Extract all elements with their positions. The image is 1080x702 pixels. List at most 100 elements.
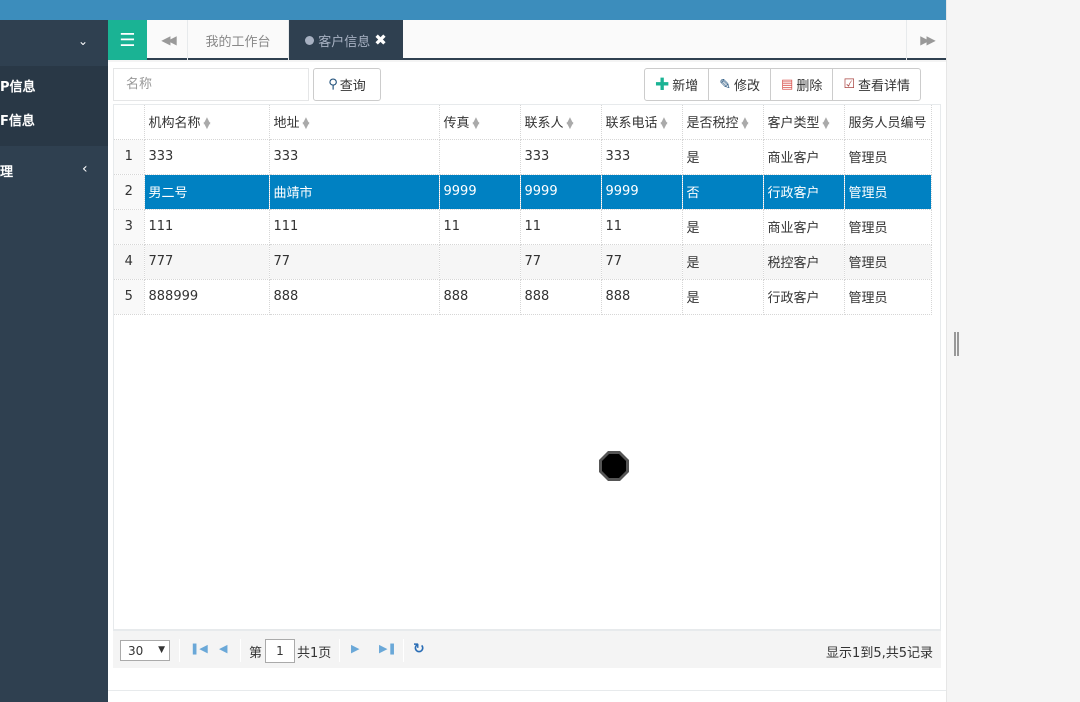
next-page-icon[interactable]: ▶ <box>351 642 359 655</box>
table-row[interactable]: 5 888999 888 888 888 888 是行政客户 管理员 <box>114 279 932 315</box>
sidebar-item-label: F信息 <box>0 114 35 129</box>
column-header[interactable]: 联系人 ▲ ▼ <box>520 105 602 140</box>
table-cell: 管理员 <box>844 244 932 280</box>
table-cell: 77 <box>269 244 440 280</box>
table-cell: 888 <box>520 279 602 315</box>
table-cell: 77 <box>601 244 683 280</box>
table-cell: 11 <box>601 209 683 245</box>
search-input[interactable] <box>113 68 309 101</box>
sort-icon: ▲ ▼ <box>566 115 574 131</box>
sidebar-item-manage[interactable]: 理 <box>0 161 13 180</box>
table-cell: 888 <box>439 279 521 315</box>
row-number-cell: 4 <box>114 244 145 280</box>
tab-label: 客户信息 <box>318 34 371 50</box>
edit-label: 修改 <box>734 79 761 94</box>
double-left-arrow-icon: ◀◀ <box>161 33 177 47</box>
current-page-input[interactable]: 1 <box>265 639 295 663</box>
row-number-cell: 2 <box>114 174 145 210</box>
table-cell: 是 <box>682 209 764 245</box>
action-toolbar: ✚ 新增 ✎ 修改 ▤ 删除 ☑ 查看详情 <box>644 68 921 101</box>
table-cell: 11 <box>439 209 521 245</box>
table-cell: 行政客户 <box>763 174 845 210</box>
footer-divider <box>108 690 946 691</box>
sort-icon: ▲ ▼ <box>741 115 749 131</box>
dot-icon <box>305 35 315 45</box>
table-cell: 管理员 <box>844 174 932 210</box>
table-cell: 管理员 <box>844 209 932 245</box>
table-cell: 9999 <box>601 174 683 210</box>
table-cell: 333 <box>269 139 440 175</box>
sidebar-submenu: P信息 F信息 <box>0 66 108 146</box>
search-icon: ⚲ <box>328 77 338 92</box>
first-page-icon[interactable]: ❚◀ <box>190 642 208 655</box>
row-number-cell: 1 <box>114 139 145 175</box>
add-label: 新增 <box>672 79 699 94</box>
menu-toggle-button[interactable]: ☰ <box>108 20 147 60</box>
table-cell: 商业客户 <box>763 139 845 175</box>
edit-button[interactable]: ✎ 修改 <box>709 69 772 100</box>
table-cell: 是 <box>682 279 764 315</box>
right-gutter <box>946 0 1080 702</box>
detail-label: 查看详情 <box>857 79 910 94</box>
chevron-down-icon[interactable]: ⌄ <box>78 34 88 48</box>
page-size-select[interactable]: 30 ▼ <box>120 640 170 661</box>
pagination-bar: 30 ▼ ❚◀ ◀ 第 1 共1页 ▶ ▶❚ ↻ 显示1到5,共5记录 <box>113 630 941 668</box>
table-row[interactable]: 4 777 77 77 77 是税控客户 管理员 <box>114 244 932 280</box>
table-cell: 77 <box>520 244 602 280</box>
resize-handle[interactable] <box>954 332 959 356</box>
column-header[interactable]: 服务人员编号 <box>844 105 932 140</box>
column-header[interactable]: 是否税控 ▲ ▼ <box>682 105 764 140</box>
search-button[interactable]: ⚲ 查询 <box>313 68 381 101</box>
busy-cursor-icon <box>599 451 629 481</box>
app-window: ⌄ P信息 F信息 理 ‹ ☰ ◀◀ 我的工作台 客户信息 ✖ ▶▶ ⚲ 查询 … <box>0 0 1080 702</box>
table-cell: 333 <box>601 139 683 175</box>
tab-scroll-right-button[interactable]: ▶▶ <box>906 20 946 60</box>
plus-icon: ✚ <box>655 74 670 95</box>
pager-separator <box>403 639 404 662</box>
table-cell: 曲靖市 <box>269 174 440 210</box>
sidebar-item-info-2[interactable]: F信息 <box>0 110 35 129</box>
table-cell: 11 <box>520 209 602 245</box>
column-header[interactable]: 客户类型 ▲ ▼ <box>763 105 845 140</box>
table-cell: 税控客户 <box>763 244 845 280</box>
sort-icon: ▲ ▼ <box>472 115 480 131</box>
refresh-icon[interactable]: ↻ <box>413 641 425 657</box>
table-row[interactable]: 1 333 333 333 333 是商业客户 管理员 <box>114 139 932 175</box>
table-cell: 管理员 <box>844 279 932 315</box>
table-cell: 888999 <box>144 279 270 315</box>
caret-down-icon: ▼ <box>158 645 165 655</box>
column-header[interactable]: 传真 ▲ ▼ <box>439 105 521 140</box>
column-header[interactable]: 机构名称 ▲ ▼ <box>144 105 270 140</box>
tab-home[interactable]: 我的工作台 <box>188 20 289 60</box>
row-number-header <box>114 105 145 140</box>
pager-info: 显示1到5,共5记录 <box>826 646 933 661</box>
tab-scroll-left-button[interactable]: ◀◀ <box>148 20 188 60</box>
table-cell: 否 <box>682 174 764 210</box>
sidebar-item-info-1[interactable]: P信息 <box>0 76 36 95</box>
column-header[interactable]: 联系电话 ▲ ▼ <box>601 105 683 140</box>
table-cell: 是 <box>682 244 764 280</box>
tab-customer-info[interactable]: 客户信息 ✖ <box>289 20 403 60</box>
chevron-left-icon[interactable]: ‹ <box>82 161 88 177</box>
pager-separator <box>339 639 340 662</box>
table-row[interactable]: 2 男二号 曲靖市 9999 9999 9999 否行政客户 管理员 <box>114 174 932 210</box>
delete-button[interactable]: ▤ 删除 <box>771 69 834 100</box>
table-cell: 111 <box>144 209 270 245</box>
checkbox-icon: ☑ <box>843 77 855 92</box>
table-row[interactable]: 3 111 111 11 11 11 是商业客户 管理员 <box>114 209 932 245</box>
add-button[interactable]: ✚ 新增 <box>645 69 710 100</box>
view-detail-button[interactable]: ☑ 查看详情 <box>833 69 920 100</box>
trash-icon: ▤ <box>781 77 794 92</box>
table-cell: 333 <box>520 139 602 175</box>
customer-table: 机构名称 ▲ ▼ 地址 ▲ ▼ 传真 ▲ ▼ 联系人 ▲ ▼ 联系电话 ▲ ▼ 是否税控 ▲ ▼ 客户类… <box>113 104 941 630</box>
row-number-cell: 3 <box>114 209 145 245</box>
close-icon[interactable]: ✖ <box>374 31 387 49</box>
delete-label: 删除 <box>796 79 823 94</box>
sidebar-item-label: P信息 <box>0 80 36 95</box>
pager-separator <box>240 639 241 662</box>
last-page-icon[interactable]: ▶❚ <box>379 642 397 655</box>
column-header[interactable]: 地址 ▲ ▼ <box>269 105 440 140</box>
prev-page-icon[interactable]: ◀ <box>219 642 227 655</box>
table-cell: 9999 <box>520 174 602 210</box>
search-button-label: 查询 <box>339 79 366 94</box>
